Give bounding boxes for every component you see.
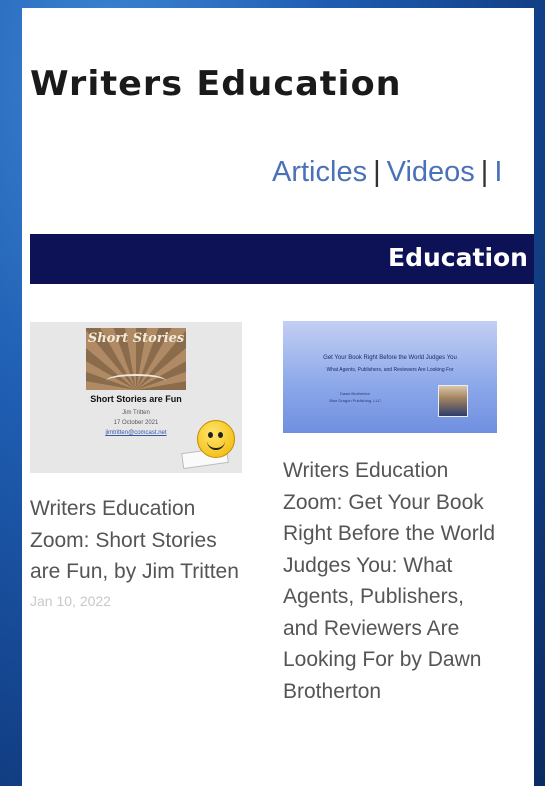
nav-separator: | bbox=[373, 156, 381, 188]
art-title: Short Stories bbox=[87, 331, 185, 346]
nav-link-partial[interactable]: I bbox=[494, 156, 502, 188]
post-card[interactable]: Short Stories Short Stories are Fun Jim … bbox=[30, 322, 242, 609]
post-thumbnail[interactable]: Short Stories Short Stories are Fun Jim … bbox=[30, 322, 242, 473]
post-date: Jan 10, 2022 bbox=[30, 592, 111, 609]
post-thumbnail[interactable]: Get Your Book Right Before the World Jud… bbox=[283, 321, 497, 433]
author-photo bbox=[438, 385, 468, 417]
thumbnail-title: Get Your Book Right Before the World Jud… bbox=[323, 355, 457, 361]
banner-label: Education bbox=[388, 243, 528, 272]
section-banner: Education bbox=[30, 234, 534, 284]
mouth bbox=[207, 440, 225, 450]
nav-menu: Articles | Videos | I bbox=[272, 156, 502, 189]
book-icon bbox=[106, 374, 166, 388]
nav-link-articles[interactable]: Articles bbox=[272, 156, 367, 188]
eye bbox=[218, 432, 223, 438]
smiley-reading-icon bbox=[197, 420, 235, 458]
thumbnail-publisher: Blue Dragon Publishing, LLC bbox=[329, 398, 381, 403]
post-card[interactable]: Get Your Book Right Before the World Jud… bbox=[283, 321, 497, 707]
thumbnail-author: Dawn Brotherton bbox=[339, 391, 370, 396]
thumbnail-author: Jim Tritten bbox=[122, 410, 150, 416]
thumbnail-title: Short Stories are Fun bbox=[90, 394, 182, 404]
post-title[interactable]: Writers Education Zoom: Get Your Book Ri… bbox=[283, 455, 497, 707]
post-title[interactable]: Writers Education Zoom: Short Stories ar… bbox=[30, 493, 242, 588]
eye bbox=[208, 432, 213, 438]
thumbnail-subtitle: What Agents, Publishers, and Reviewers A… bbox=[326, 367, 454, 373]
nav-link-videos[interactable]: Videos bbox=[387, 156, 475, 188]
page: Writers Education Articles | Videos | I Educ… bbox=[22, 8, 534, 786]
site-title[interactable]: Writers Education bbox=[30, 64, 402, 104]
nav-separator: | bbox=[480, 156, 489, 188]
book-art-image: Short Stories bbox=[86, 328, 186, 390]
